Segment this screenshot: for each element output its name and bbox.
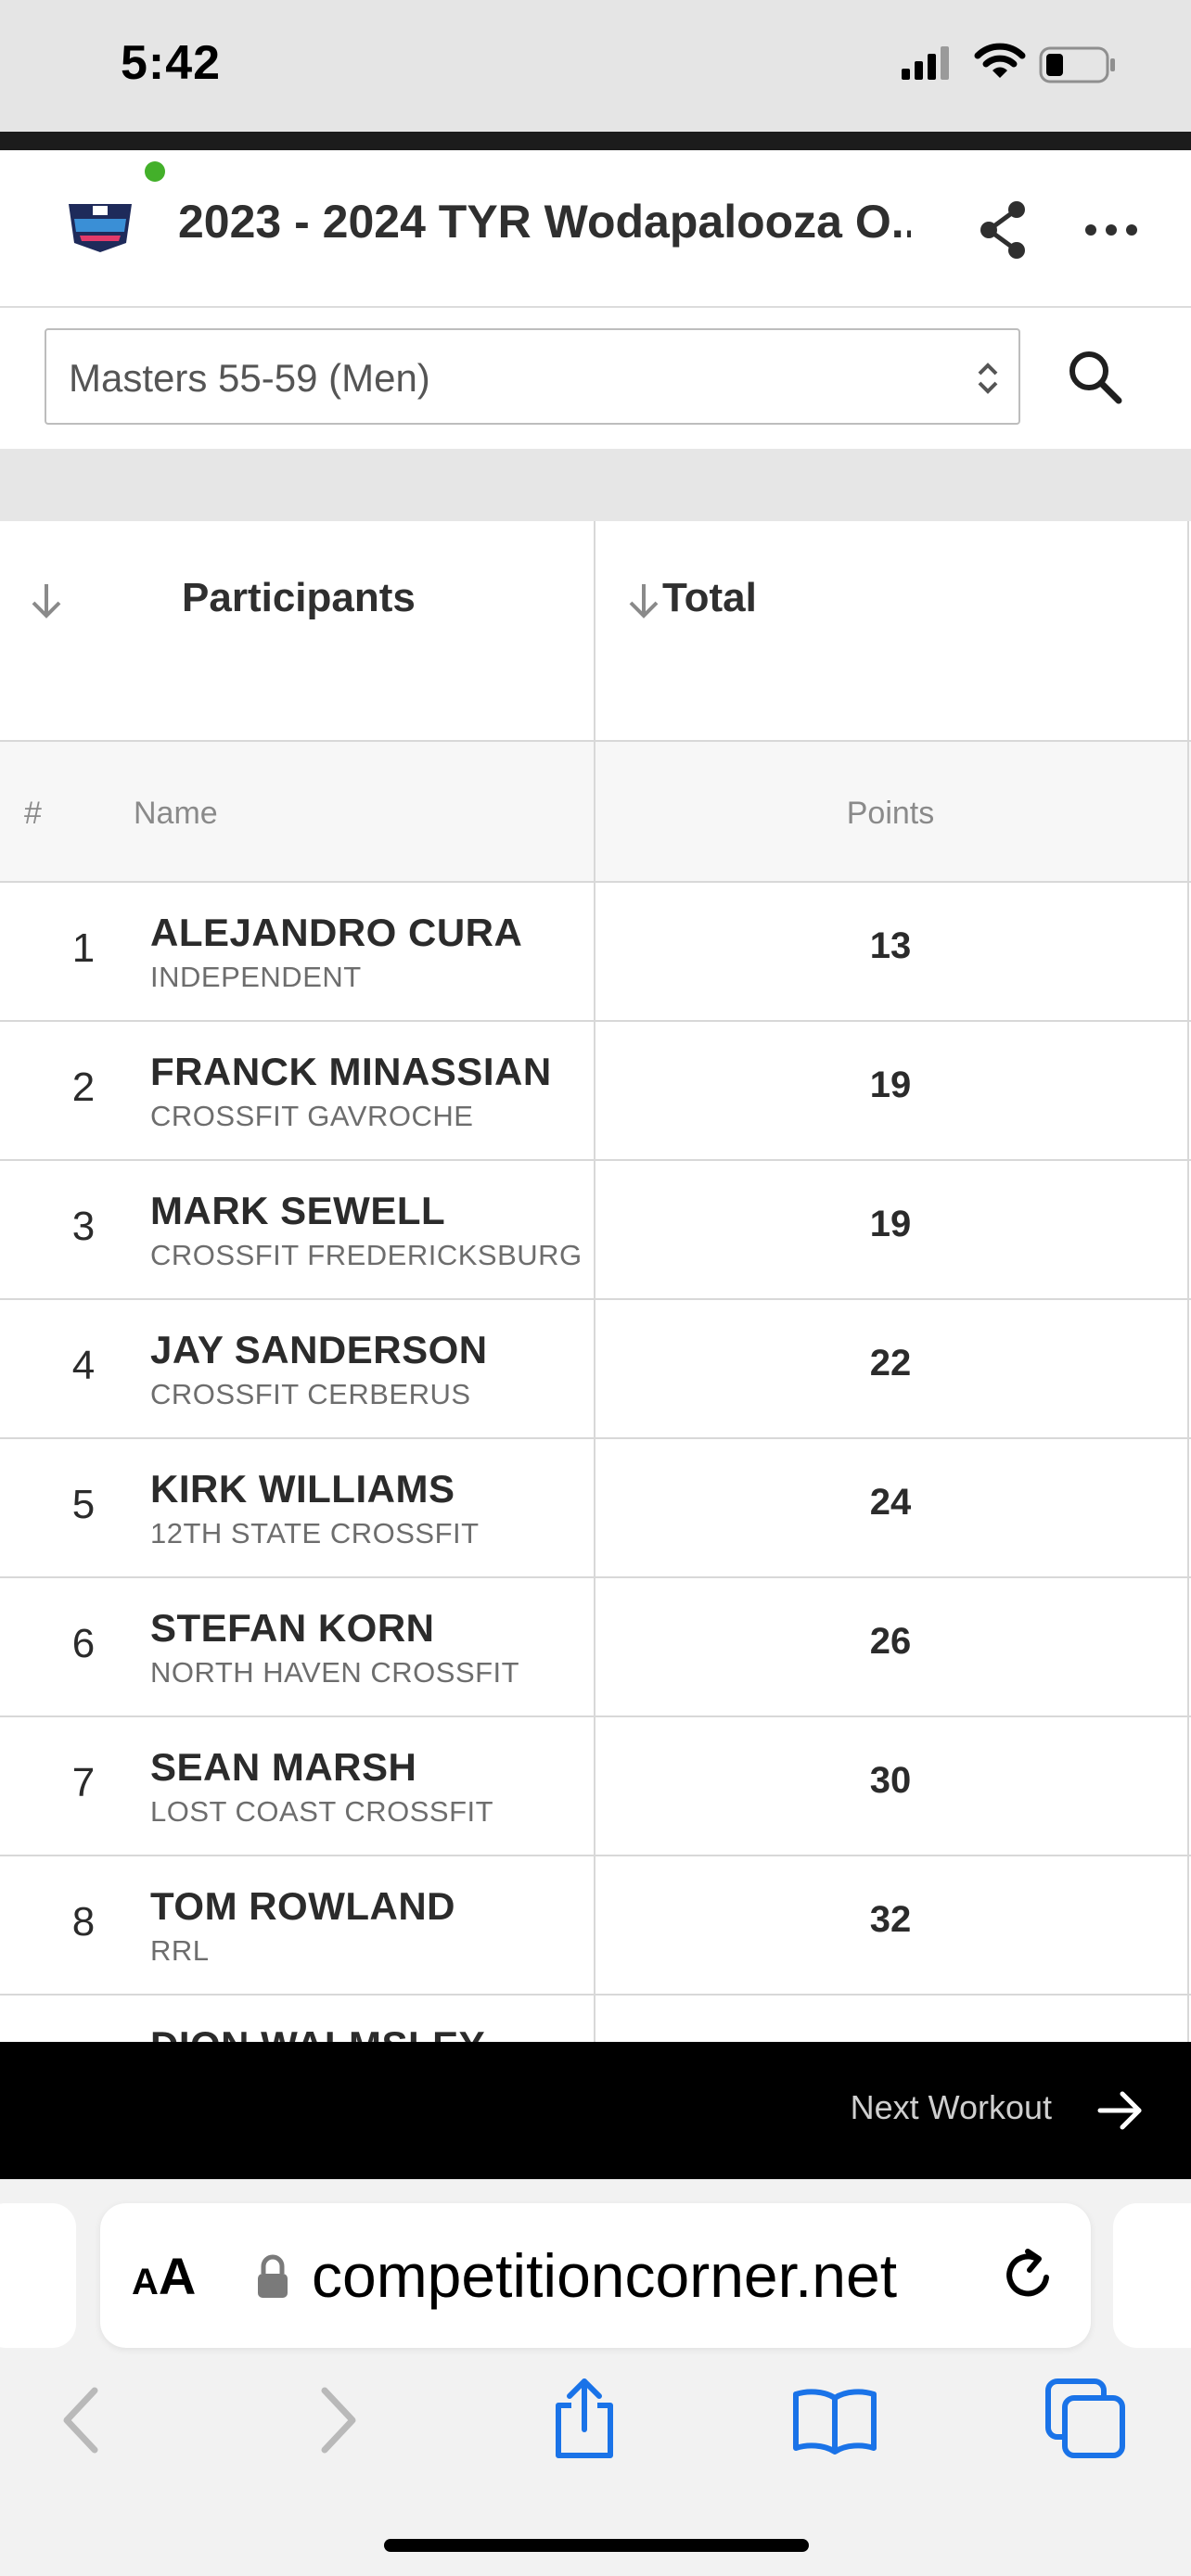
reload-icon[interactable]	[996, 2242, 1061, 2307]
row-points: 24	[869, 1482, 912, 1523]
row-rank: 6	[71, 1621, 96, 1666]
athlete-name: FRANCK MINASSIAN	[150, 1050, 552, 1093]
wifi-icon	[974, 43, 1026, 78]
table-column-header: # Name Points	[0, 742, 1191, 883]
battery-icon	[1039, 46, 1115, 83]
row-points: 32	[869, 1899, 912, 1940]
reader-settings-button[interactable]: AA	[132, 2246, 196, 2306]
spacer-band	[0, 449, 1191, 521]
next-workout-label[interactable]: Next Workout	[851, 2088, 1052, 2127]
more-options-icon[interactable]	[1078, 197, 1145, 263]
row-points: 13	[869, 925, 912, 966]
table-row[interactable]: 8 TOM ROWLAND RRL 32	[0, 1856, 1191, 1996]
search-icon[interactable]	[1063, 345, 1128, 410]
table-row[interactable]: 4 JAY SANDERSON CROSSFIT CERBERUS 22	[0, 1300, 1191, 1439]
bookmarks-icon[interactable]	[790, 2383, 879, 2457]
row-points: 19	[869, 1065, 912, 1105]
participants-header[interactable]: Participants	[182, 575, 416, 621]
row-points: 30	[869, 1760, 912, 1801]
status-time: 5:42	[121, 36, 222, 90]
row-rank: 8	[71, 1899, 96, 1945]
back-icon[interactable]	[54, 2383, 109, 2457]
page-title: 2023 - 2024 TYR Wodapalooza O...	[178, 196, 911, 248]
division-select-value: Masters 55-59 (Men)	[69, 356, 430, 400]
event-logo[interactable]	[61, 195, 139, 256]
column-rank: #	[24, 796, 42, 831]
athlete-affiliate: NORTH HAVEN CROSSFIT	[150, 1656, 520, 1689]
athlete-affiliate: CROSSFIT FREDERICKSBURG	[150, 1239, 583, 1271]
online-status-dot	[145, 161, 165, 182]
leaderboard-table: Participants Total # Name Points 1 ALEJA…	[0, 521, 1191, 2042]
header-divider	[0, 132, 1191, 150]
athlete-name: ALEJANDRO CURA	[150, 911, 523, 954]
athlete-name: DION WALMSLEY	[150, 2023, 485, 2042]
browser-nav-toolbar	[0, 2355, 1191, 2476]
table-row[interactable]: 9 DION WALMSLEY	[0, 1996, 1191, 2042]
tabs-icon[interactable]	[1043, 2376, 1128, 2461]
athlete-affiliate: INDEPENDENT	[150, 961, 362, 993]
athlete-affiliate: CROSSFIT CERBERUS	[150, 1378, 471, 1410]
row-points: 19	[869, 1204, 912, 1244]
table-row[interactable]: 1 ALEJANDRO CURA INDEPENDENT 13	[0, 883, 1191, 1022]
athlete-name: STEFAN KORN	[150, 1606, 435, 1650]
athlete-affiliate: 12TH STATE CROSSFIT	[150, 1517, 480, 1549]
url-text[interactable]: competitioncorner.net	[312, 2240, 897, 2311]
table-group-header: Participants Total	[0, 521, 1191, 742]
athlete-affiliate: CROSSFIT GAVROCHE	[150, 1100, 474, 1132]
division-select[interactable]: Masters 55-59 (Men)	[45, 328, 1020, 425]
table-row[interactable]: 3 MARK SEWELL CROSSFIT FREDERICKSBURG 19	[0, 1161, 1191, 1300]
row-rank: 1	[71, 925, 96, 971]
athlete-name: SEAN MARSH	[150, 1745, 417, 1789]
row-points: 22	[869, 1343, 912, 1384]
table-edge	[1187, 521, 1189, 2042]
sort-arrow-down-icon[interactable]	[28, 580, 65, 621]
chevron-up-down-icon	[978, 363, 998, 394]
athlete-affiliate: RRL	[150, 1934, 210, 1967]
total-header[interactable]: Total	[662, 575, 757, 621]
lock-icon	[258, 2254, 288, 2298]
column-name: Name	[134, 796, 218, 831]
next-tab-preview[interactable]	[1113, 2203, 1191, 2348]
sort-arrow-down-icon[interactable]	[625, 580, 662, 621]
row-points: 26	[869, 1621, 912, 1662]
previous-tab-preview[interactable]	[0, 2203, 76, 2348]
cellular-signal-icon	[902, 46, 949, 80]
row-rank: 7	[71, 1760, 96, 1805]
home-indicator[interactable]	[384, 2539, 809, 2552]
table-row[interactable]: 5 KIRK WILLIAMS 12TH STATE CROSSFIT 24	[0, 1439, 1191, 1578]
athlete-name: TOM ROWLAND	[150, 1884, 456, 1928]
column-divider	[594, 521, 596, 2042]
athlete-name: KIRK WILLIAMS	[150, 1467, 455, 1511]
athlete-name: JAY SANDERSON	[150, 1328, 488, 1371]
forward-icon[interactable]	[310, 2383, 365, 2457]
athlete-name: MARK SEWELL	[150, 1189, 446, 1232]
row-rank: 5	[71, 1482, 96, 1527]
column-points: Points	[846, 796, 935, 831]
athlete-affiliate: LOST COAST CROSSFIT	[150, 1795, 494, 1828]
table-row[interactable]: 2 FRANCK MINASSIAN CROSSFIT GAVROCHE 19	[0, 1022, 1191, 1161]
share-icon[interactable]	[970, 197, 1037, 263]
table-row[interactable]: 7 SEAN MARSH LOST COAST CROSSFIT 30	[0, 1717, 1191, 1856]
next-workout-bar[interactable]: Next Workout	[0, 2042, 1191, 2179]
address-bar[interactable]: AA competitioncorner.net	[100, 2203, 1091, 2348]
row-rank: 4	[71, 1343, 96, 1388]
arrow-right-icon[interactable]	[1095, 2085, 1146, 2136]
table-row[interactable]: 6 STEFAN KORN NORTH HAVEN CROSSFIT 26	[0, 1578, 1191, 1717]
share-sheet-icon[interactable]	[547, 2376, 621, 2461]
row-rank: 3	[71, 1204, 96, 1249]
row-rank: 2	[71, 1065, 96, 1110]
